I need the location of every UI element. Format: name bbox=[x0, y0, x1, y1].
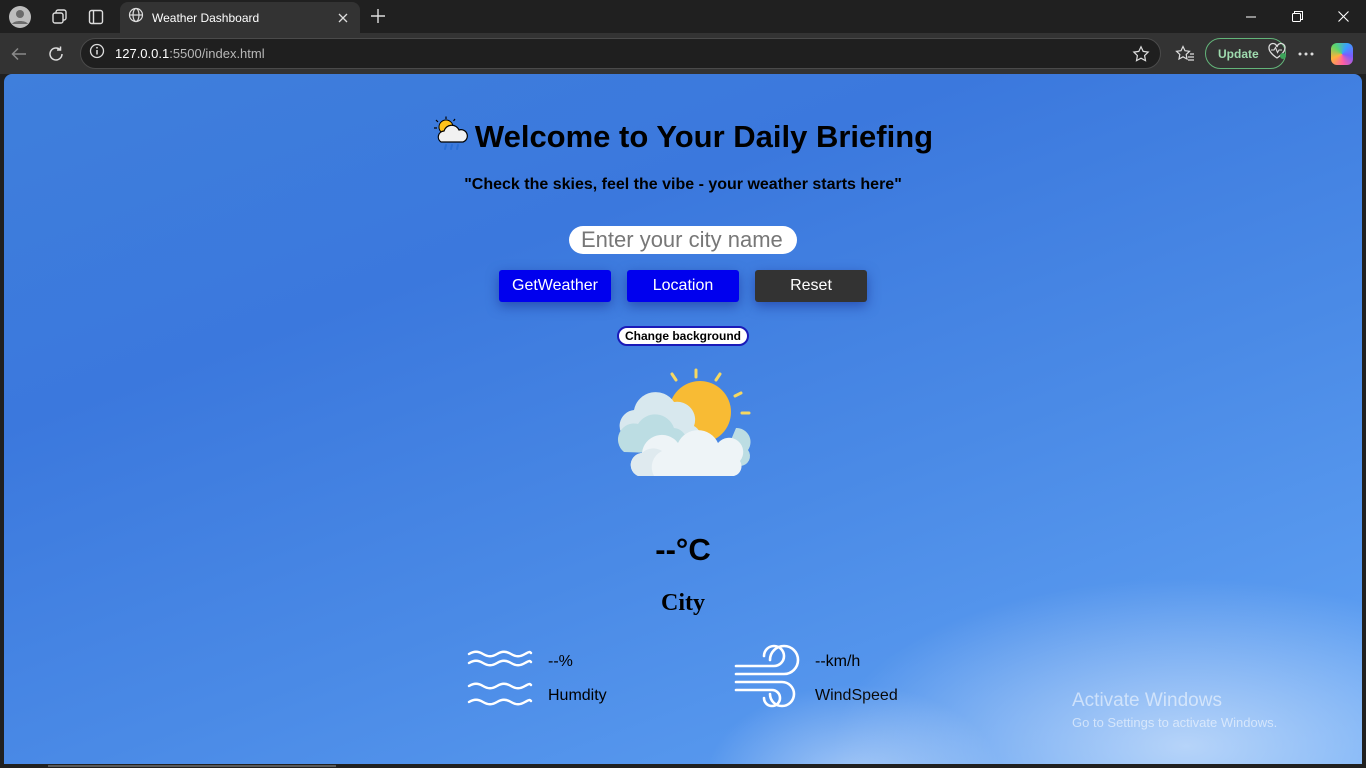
page-viewport: Welcome to Your Daily Briefing "Check th… bbox=[4, 74, 1362, 764]
page-title: Welcome to Your Daily Briefing bbox=[4, 116, 1362, 157]
favorites-icon[interactable] bbox=[1171, 40, 1199, 68]
profile-avatar-icon[interactable] bbox=[7, 4, 33, 30]
partly-cloudy-weather-icon bbox=[610, 368, 758, 484]
globe-icon bbox=[128, 7, 144, 28]
site-info-icon[interactable] bbox=[89, 43, 105, 64]
city-search-input[interactable] bbox=[569, 226, 797, 254]
wind-icon bbox=[732, 644, 802, 717]
wind-speed-label: WindSpeed bbox=[815, 687, 898, 704]
browser-toolbar: 127.0.0.1:5500/index.html Update bbox=[0, 33, 1366, 74]
workspaces-icon[interactable] bbox=[47, 4, 73, 30]
back-arrow-icon[interactable] bbox=[5, 40, 33, 68]
more-options-icon[interactable] bbox=[1292, 40, 1320, 68]
temperature-value: --°C bbox=[655, 532, 711, 567]
close-window-icon[interactable] bbox=[1320, 0, 1366, 33]
city-name: City bbox=[661, 590, 705, 616]
address-bar[interactable]: 127.0.0.1:5500/index.html bbox=[80, 38, 1161, 69]
humidity-value: --% bbox=[548, 653, 573, 670]
watermark-subtitle: Go to Settings to activate Windows. bbox=[1072, 715, 1278, 730]
vertical-tabs-icon[interactable] bbox=[83, 4, 109, 30]
get-weather-button[interactable]: GetWeather bbox=[499, 270, 611, 302]
url-text: 127.0.0.1:5500/index.html bbox=[115, 46, 265, 61]
tagline: "Check the skies, feel the vibe - your w… bbox=[464, 176, 902, 193]
welcome-heading: Welcome to Your Daily Briefing bbox=[474, 118, 934, 154]
update-label: Update bbox=[1218, 46, 1259, 61]
health-heart-icon bbox=[1267, 42, 1287, 65]
close-tab-icon[interactable] bbox=[332, 7, 354, 29]
restore-icon[interactable] bbox=[1274, 0, 1320, 33]
favorite-star-icon[interactable] bbox=[1130, 43, 1152, 65]
location-button[interactable]: Location bbox=[627, 270, 739, 302]
bottom-strip bbox=[0, 764, 1366, 768]
humidity-label: Humdity bbox=[548, 687, 607, 704]
reset-button[interactable]: Reset bbox=[755, 270, 867, 302]
wind-speed-value: --km/h bbox=[815, 653, 861, 670]
browser-titlebar: Weather Dashboard bbox=[0, 0, 1366, 33]
watermark-title: Activate Windows bbox=[1072, 690, 1222, 711]
sun-behind-rain-cloud-icon bbox=[433, 116, 471, 157]
update-button[interactable]: Update bbox=[1205, 38, 1286, 69]
tab-weather-dashboard[interactable]: Weather Dashboard bbox=[120, 2, 360, 33]
change-background-button[interactable]: Change background bbox=[617, 326, 749, 346]
activate-windows-watermark: Activate Windows Go to Settings to activ… bbox=[1072, 690, 1277, 730]
copilot-icon[interactable] bbox=[1331, 43, 1353, 65]
weather-dashboard: Welcome to Your Daily Briefing "Check th… bbox=[4, 74, 1362, 764]
scrollbar-thumb[interactable] bbox=[48, 765, 336, 767]
minimize-icon[interactable] bbox=[1228, 0, 1274, 33]
new-tab-icon[interactable] bbox=[366, 4, 390, 28]
tab-title: Weather Dashboard bbox=[152, 10, 260, 25]
refresh-icon[interactable] bbox=[42, 40, 70, 68]
humidity-waves-icon bbox=[466, 648, 534, 713]
